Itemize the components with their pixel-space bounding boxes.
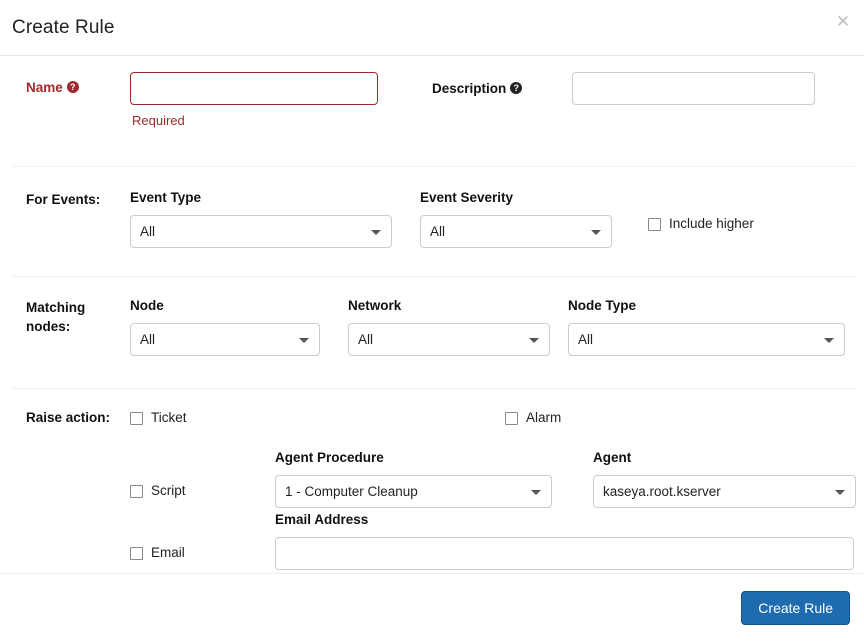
network-label: Network: [348, 298, 402, 313]
description-field-column: [572, 72, 815, 105]
name-validation-message: Required: [132, 113, 185, 128]
ticket-label: Ticket: [151, 410, 187, 425]
page-title: Create Rule: [12, 16, 115, 38]
agent-procedure-label: Agent Procedure: [275, 450, 384, 465]
raise-action-row-script: Script Agent Procedure 1 - Computer Clea…: [0, 446, 864, 508]
email-label: Email: [151, 545, 185, 560]
checkbox-icon[interactable]: [130, 484, 143, 498]
help-icon[interactable]: [510, 82, 523, 94]
email-address-label: Email Address: [275, 512, 369, 527]
agent-value: kaseya.root.kserver: [603, 484, 721, 499]
chevron-down-icon: [835, 489, 845, 495]
node-select[interactable]: All: [130, 323, 320, 356]
dialog-header: Create Rule ✕: [0, 0, 864, 56]
network-field: Network All: [348, 298, 568, 356]
node-type-label: Node Type: [568, 298, 637, 313]
event-severity-field: Event Severity All: [420, 190, 620, 248]
dialog-body: Name Required Description For Events:: [0, 56, 864, 573]
name-label: Name: [0, 72, 130, 95]
checkbox-icon[interactable]: [505, 411, 518, 425]
checkbox-icon[interactable]: [648, 217, 661, 231]
checkbox-icon[interactable]: [130, 411, 143, 425]
matching-nodes-section: Matching nodes: Node All Network All Nod…: [0, 276, 864, 388]
chevron-down-icon: [371, 229, 381, 235]
agent-procedure-field: Agent Procedure 1 - Computer Cleanup: [275, 450, 565, 508]
include-higher-checkbox[interactable]: Include higher: [648, 216, 754, 232]
checkbox-icon[interactable]: [130, 546, 143, 560]
chevron-down-icon: [529, 337, 539, 343]
ticket-field: Ticket: [130, 410, 275, 426]
ticket-checkbox[interactable]: Ticket: [130, 410, 275, 426]
alarm-field: Alarm: [505, 410, 625, 426]
script-field: Script: [130, 483, 275, 508]
chevron-down-icon: [299, 337, 309, 343]
node-field: Node All: [130, 298, 348, 356]
close-icon[interactable]: ✕: [834, 13, 852, 31]
create-rule-dialog: Create Rule ✕ Name Required Description: [0, 0, 864, 632]
event-severity-value: All: [430, 224, 446, 239]
event-severity-select[interactable]: All: [420, 215, 612, 248]
agent-label: Agent: [593, 450, 632, 465]
name-label-text: Name: [26, 80, 63, 95]
script-label: Script: [151, 483, 186, 498]
event-type-value: All: [140, 224, 156, 239]
chevron-down-icon: [531, 489, 541, 495]
agent-field: Agent kaseya.root.kserver: [593, 450, 864, 508]
raise-action-section: Raise action: Ticket Alarm Script Agent …: [0, 388, 864, 573]
include-higher-label: Include higher: [669, 216, 754, 231]
agent-procedure-select[interactable]: 1 - Computer Cleanup: [275, 475, 552, 508]
agent-select[interactable]: kaseya.root.kserver: [593, 475, 856, 508]
chevron-down-icon: [591, 229, 601, 235]
name-input[interactable]: [130, 72, 378, 105]
description-label-text: Description: [432, 81, 507, 96]
event-type-select[interactable]: All: [130, 215, 392, 248]
event-type-field: Event Type All: [130, 190, 420, 248]
name-section: Name Required Description: [0, 56, 864, 166]
description-label: Description: [432, 72, 572, 98]
node-type-value: All: [578, 332, 594, 347]
for-events-section: For Events: Event Type All Event Severit…: [0, 166, 864, 276]
description-input[interactable]: [572, 72, 815, 105]
chevron-down-icon: [824, 337, 834, 343]
node-value: All: [140, 332, 156, 347]
raise-action-row-email: Email Email Address: [0, 508, 864, 570]
raise-action-label: Raise action:: [26, 410, 111, 425]
name-field-column: Required: [130, 72, 380, 128]
email-address-field: Email Address: [275, 512, 855, 570]
network-select[interactable]: All: [348, 323, 550, 356]
agent-procedure-value: 1 - Computer Cleanup: [285, 484, 418, 499]
network-value: All: [358, 332, 374, 347]
raise-action-row-ticket: Raise action: Ticket Alarm: [0, 410, 864, 446]
dialog-footer: Create Rule: [0, 573, 864, 641]
matching-nodes-label: Matching nodes:: [26, 300, 86, 334]
alarm-checkbox[interactable]: Alarm: [505, 410, 625, 426]
email-address-input[interactable]: [275, 537, 854, 570]
email-checkbox[interactable]: Email: [130, 545, 275, 561]
alarm-label: Alarm: [526, 410, 562, 425]
node-type-field: Node Type All: [568, 298, 864, 356]
script-checkbox[interactable]: Script: [130, 483, 275, 499]
event-type-label: Event Type: [130, 190, 202, 205]
create-rule-button[interactable]: Create Rule: [741, 590, 850, 625]
node-type-select[interactable]: All: [568, 323, 845, 356]
event-severity-label: Event Severity: [420, 190, 514, 205]
for-events-label: For Events:: [26, 192, 101, 207]
email-field: Email: [130, 545, 275, 570]
node-label: Node: [130, 298, 164, 313]
include-higher-field: Include higher: [648, 190, 754, 232]
help-icon[interactable]: [66, 81, 79, 93]
